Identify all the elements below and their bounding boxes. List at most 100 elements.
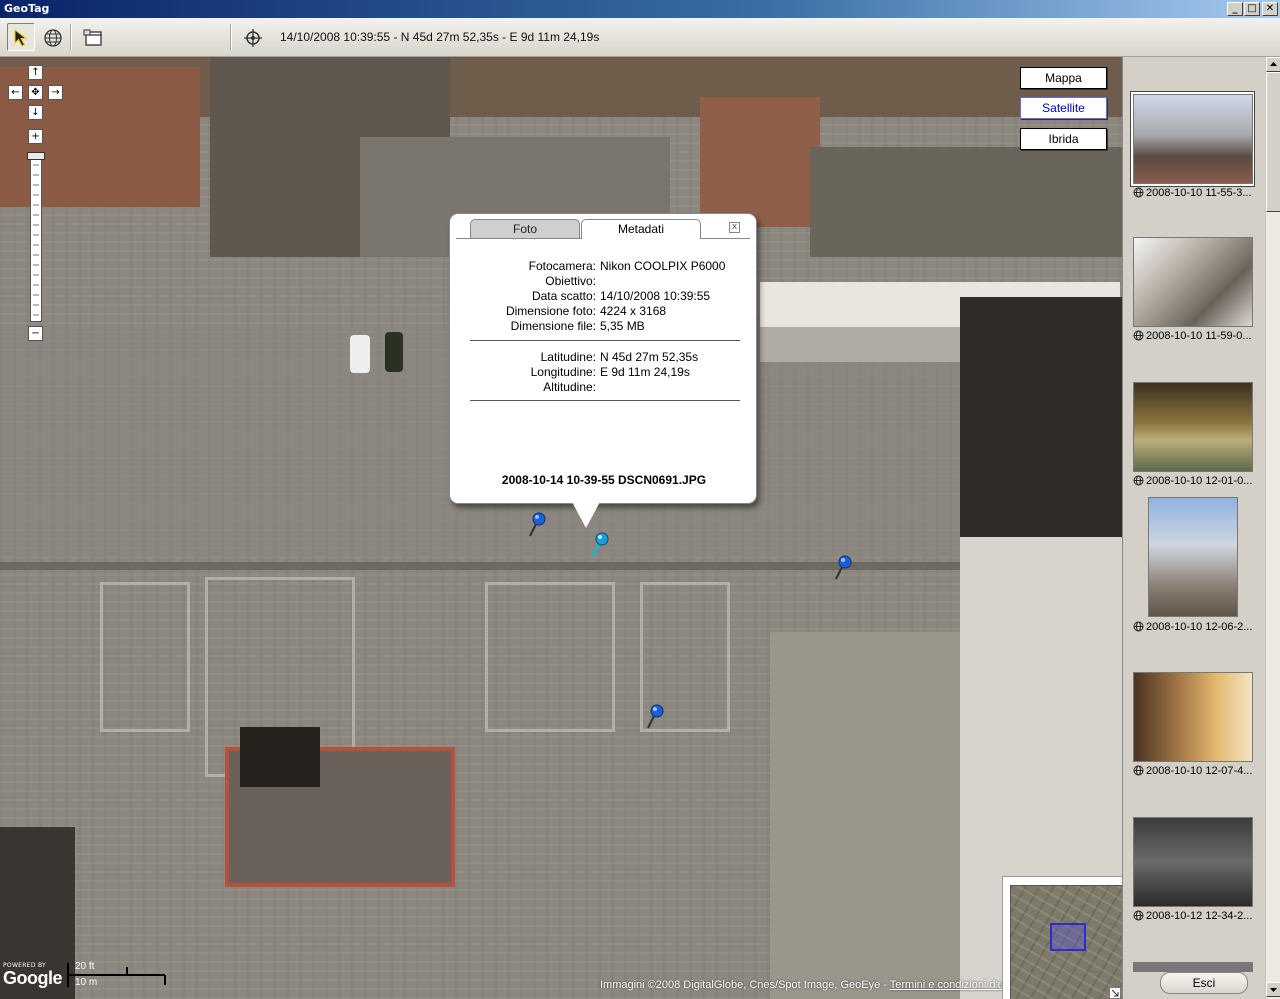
toolbar-separator [230, 24, 232, 50]
zoom-out-button[interactable]: − [28, 326, 43, 341]
photo-thumbnail[interactable]: 2008-10-10 11-55-3... [1123, 91, 1265, 229]
metadata-label: Longitudine: [530, 365, 596, 379]
map-pattern [100, 582, 190, 732]
pan-up-button[interactable]: ↑ [28, 65, 43, 80]
overview-toggle-icon[interactable] [1109, 987, 1121, 999]
map-car [350, 335, 370, 373]
photo-info-window: Foto Metadati x Fotocamera: Nikon COOLPIX… [449, 213, 757, 504]
selected-photo-pin-icon[interactable] [590, 532, 614, 558]
photo-pin-icon[interactable] [645, 704, 669, 730]
google-logo[interactable]: Google [3, 968, 63, 989]
overview-map[interactable] [1002, 876, 1122, 999]
photo-thumbnail-list[interactable]: 2008-10-10 11-55-3... 2008-10-10 11-59-0… [1122, 57, 1265, 999]
terms-link[interactable]: Termini e condizioni d'uso [890, 979, 1016, 991]
zoom-ticks [33, 164, 39, 316]
locate-tool-button[interactable] [238, 23, 266, 51]
close-button[interactable]: ✕ [1262, 2, 1278, 16]
metadata-row-longitude: Longitudine: E 9d 11m 24,19s [450, 365, 758, 380]
photo-thumbnail[interactable]: 2008-10-12 12-34-2... [1123, 817, 1265, 952]
photo-caption-text: 2008-10-10 11-59-0... [1146, 330, 1252, 342]
maximize-button[interactable]: □ [1244, 2, 1260, 16]
map-copyright: Immagini ©2008 DigitalGlobe, Cnes/Spot I… [600, 979, 1015, 991]
tab-foto[interactable]: Foto [470, 219, 580, 238]
pan-center-button[interactable]: ✥ [28, 85, 43, 100]
metadata-label: Dimensione foto: [505, 304, 596, 318]
photo-thumbnail-image [1133, 672, 1253, 762]
map-monument-shadow [240, 727, 320, 787]
sidebar-scrollbar[interactable] [1265, 57, 1280, 999]
minimize-button[interactable]: _ [1227, 2, 1243, 16]
photo-caption-text: 2008-10-10 12-06-2... [1146, 621, 1253, 633]
metadata-value: Nikon COOLPIX P6000 [600, 259, 726, 273]
photo-thumbnail-image [1133, 962, 1253, 972]
photo-caption-text: 2008-10-10 12-07-4... [1146, 765, 1253, 777]
photo-thumbnail[interactable]: 2008-10-10 12-07-4... [1123, 672, 1265, 807]
globe-tool-button[interactable] [38, 23, 66, 51]
scroll-up-button[interactable] [1266, 57, 1280, 72]
metadata-row-latitude: Latitudine: N 45d 27m 52,35s [450, 350, 758, 365]
photo-thumbnail[interactable] [1123, 962, 1265, 972]
photo-thumbnail[interactable]: 2008-10-10 11-59-0... [1123, 237, 1265, 372]
metadata-label: Dimensione file: [510, 319, 596, 333]
map-type-mappa-button[interactable]: Mappa [1020, 67, 1107, 89]
zoom-in-button[interactable]: + [28, 129, 43, 144]
metadata-value: 5,35 MB [600, 319, 645, 333]
copyright-text: Immagini ©2008 DigitalGlobe, Cnes/Spot I… [600, 979, 890, 991]
scroll-up-arrow-icon [1270, 62, 1277, 66]
globe-icon [44, 29, 62, 47]
window-icon [83, 29, 102, 46]
scrollbar-thumb[interactable] [1266, 72, 1280, 212]
photo-pin-icon[interactable] [833, 555, 857, 581]
zoom-slider[interactable] [30, 154, 42, 322]
photo-caption: 2008-10-10 11-59-0... [1133, 330, 1263, 342]
metadata-row-camera: Fotocamera: Nikon COOLPIX P6000 [450, 259, 758, 274]
scroll-down-button[interactable] [1266, 982, 1280, 997]
toolbar-separator [70, 24, 72, 50]
position-status: 14/10/2008 10:39:55 - N 45d 27m 52,35s -… [280, 30, 600, 44]
metadata-value: 14/10/2008 10:39:55 [600, 289, 711, 303]
overview-viewport-box[interactable] [1050, 923, 1086, 951]
map-building [810, 147, 1122, 257]
photo-thumbnail-image [1133, 382, 1253, 472]
pan-down-button[interactable]: ↓ [28, 105, 43, 120]
map-type-ibrida-button[interactable]: Ibrida [1020, 128, 1107, 150]
geotag-window: GeoTag _ □ ✕ 14/10/2008 10:39:55 - N 45d… [0, 0, 1280, 999]
map-type-satellite-button[interactable]: Satellite [1020, 97, 1107, 119]
window-title: GeoTag [4, 2, 50, 15]
satellite-map[interactable]: ↑ ← ✥ → ↓ + − Mappa Satellite Ibrida POW… [0, 57, 1122, 999]
photo-caption: 2008-10-10 12-07-4... [1133, 765, 1263, 777]
globe-icon [1133, 910, 1144, 921]
metadata-row-lens: Obiettivo: [450, 274, 758, 289]
photo-caption: 2008-10-10 12-06-2... [1133, 621, 1263, 633]
photo-thumbnail[interactable]: 2008-10-10 12-06-2... [1123, 497, 1265, 633]
metadata-label: Obiettivo: [545, 274, 596, 288]
photo-caption-text: 2008-10-12 12-34-2... [1146, 910, 1253, 922]
metadata-label: Latitudine: [540, 350, 596, 364]
zoom-slider-handle[interactable] [27, 152, 45, 160]
scale-feet-label: 20 ft [75, 961, 95, 972]
select-arrow-icon [14, 28, 28, 47]
map-car [385, 332, 403, 372]
photo-pin-icon[interactable] [527, 512, 551, 538]
title-bar: GeoTag _ □ ✕ [0, 0, 1280, 18]
map-scale: 20 ft 10 m [67, 961, 167, 989]
globe-icon [1133, 475, 1144, 486]
tab-metadati[interactable]: Metadati [581, 219, 701, 239]
pan-right-button[interactable]: → [48, 85, 63, 100]
metadata-label: Fotocamera: [528, 259, 596, 273]
metadata-divider [470, 340, 740, 341]
pan-left-button[interactable]: ← [8, 85, 23, 100]
photo-thumbnail-image [1133, 237, 1253, 327]
photo-caption: 2008-10-12 12-34-2... [1133, 910, 1263, 922]
map-sagrato [770, 632, 960, 999]
photo-thumbnail-image [1133, 94, 1253, 184]
photo-thumbnail-image [1133, 817, 1253, 907]
exit-button[interactable]: Esci [1160, 972, 1248, 994]
close-info-button[interactable]: x [729, 222, 740, 233]
metadata-row-altitude: Altitudine: [450, 380, 758, 395]
window-tool-button[interactable] [78, 23, 106, 51]
map-road [0, 562, 1122, 570]
globe-icon [1133, 330, 1144, 341]
select-tool-button[interactable] [7, 23, 35, 51]
globe-icon [1133, 187, 1144, 198]
